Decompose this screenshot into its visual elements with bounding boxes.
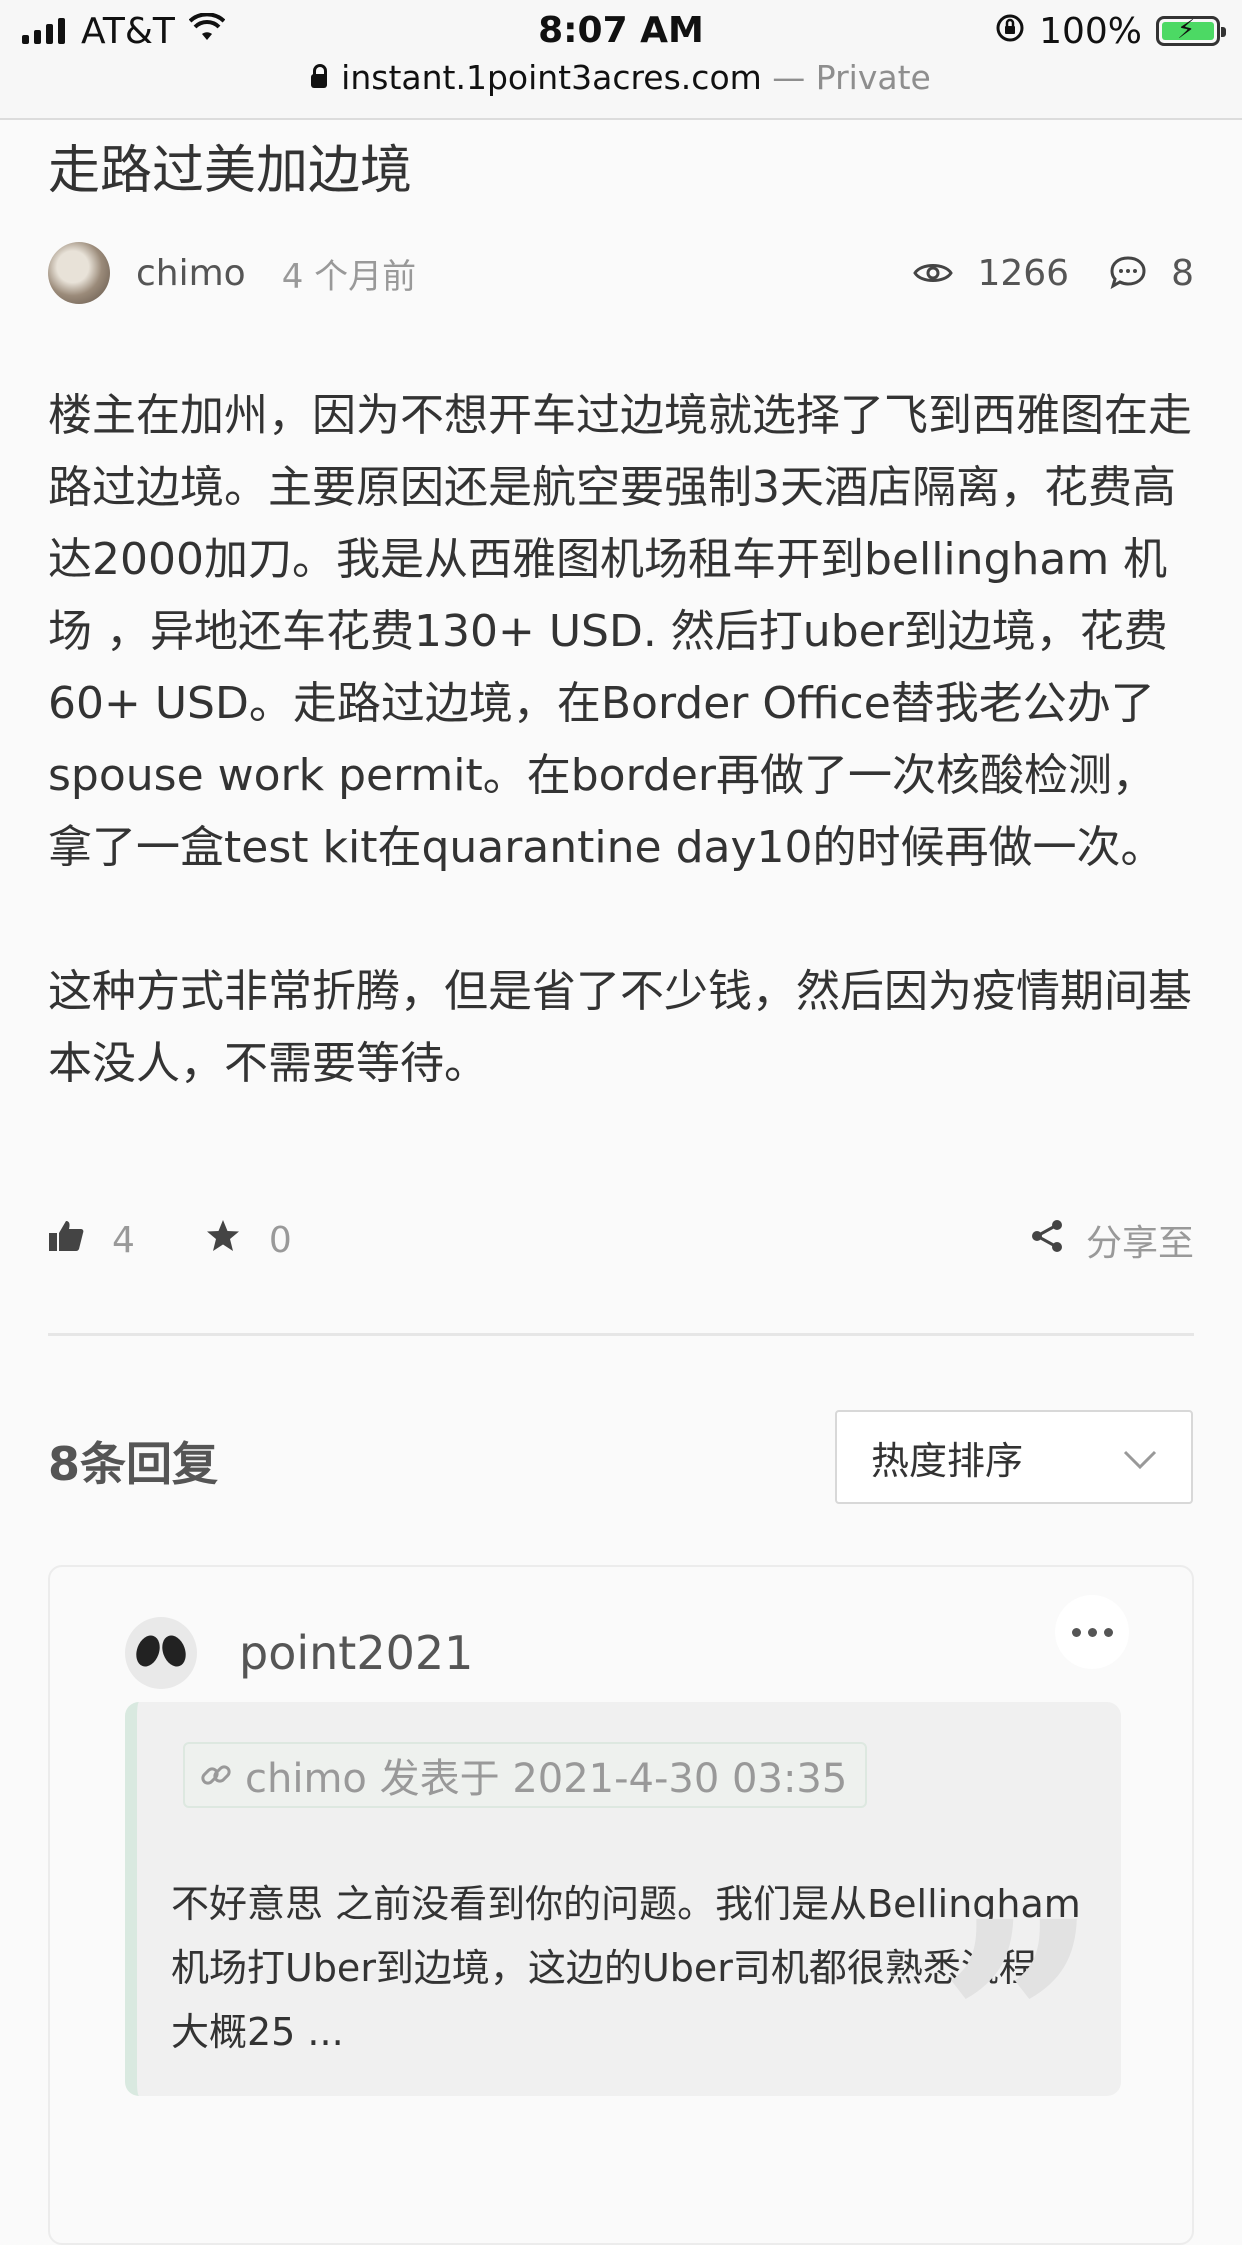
- orientation-lock-icon: [995, 11, 1025, 52]
- reply-author[interactable]: point2021: [239, 1626, 473, 1680]
- battery-icon: ⚡: [1156, 15, 1226, 46]
- comment-count: 8: [1171, 252, 1194, 294]
- post-stats: 1266 8: [913, 253, 1194, 294]
- post-paragraph: 这种方式非常折腾，但是省了不少钱，然后因为疫情期间基本没人，不需要等待。: [48, 966, 1192, 1089]
- view-count: 1266: [977, 252, 1070, 294]
- address-bar[interactable]: instant.1point3acres.com — Private: [0, 58, 1242, 97]
- reply-card: point2021 chimo 发表于 2021-4-30 03:35 不好意思…: [48, 1565, 1194, 2245]
- comment-icon[interactable]: [1109, 255, 1147, 291]
- star-icon: [205, 1219, 241, 1262]
- share-button[interactable]: 分享至: [1030, 1214, 1194, 1266]
- more-icon[interactable]: [1055, 1595, 1129, 1669]
- eye-icon: [913, 260, 954, 286]
- author-name[interactable]: chimo: [136, 253, 246, 294]
- replies-count: 8条回复: [48, 1437, 219, 1491]
- link-icon: [199, 1758, 233, 1792]
- quote-reference-text: chimo 发表于 2021-4-30 03:35: [245, 1756, 848, 1802]
- sort-select[interactable]: 热度排序: [835, 1410, 1193, 1504]
- post-meta: chimo 4 个月前 1266 8: [48, 238, 1194, 308]
- post-paragraph: 楼主在加州，因为不想开车过边境就选择了飞到西雅图在走路过边境。主要原因还是航空要…: [48, 390, 1192, 873]
- post-actions: 4 0 分享至: [48, 1210, 1194, 1270]
- status-right: 100% ⚡: [995, 10, 1226, 52]
- post-body: 楼主在加州，因为不想开车过边境就选择了飞到西雅图在走路过边境。主要原因还是航空要…: [48, 380, 1198, 1172]
- reply-header: point2021: [125, 1617, 473, 1689]
- favorite-button[interactable]: 0: [205, 1219, 292, 1262]
- share-label: 分享至: [1085, 1223, 1194, 1264]
- quote-mark-icon: ”: [937, 1861, 1099, 2097]
- quote-reference[interactable]: chimo 发表于 2021-4-30 03:35: [183, 1742, 868, 1808]
- sort-label: 热度排序: [871, 1438, 1024, 1483]
- url-text: instant.1point3acres.com: [341, 58, 762, 97]
- avatar[interactable]: [125, 1617, 197, 1689]
- lock-icon: [311, 64, 328, 88]
- share-icon: [1030, 1219, 1064, 1262]
- battery-percent: 100%: [1039, 10, 1142, 52]
- like-count: 4: [112, 1219, 135, 1261]
- like-button[interactable]: 4: [48, 1219, 135, 1262]
- quote-block: chimo 发表于 2021-4-30 03:35 不好意思 之前没看到你的问题…: [125, 1702, 1121, 2096]
- thumbs-up-icon: [48, 1219, 84, 1262]
- private-label: — Private: [772, 58, 931, 97]
- post-title: 走路过美加边境: [48, 141, 413, 201]
- status-bar: AT&T 8:07 AM 100% ⚡ instant.1point3acres…: [0, 0, 1242, 120]
- favorite-count: 0: [268, 1219, 292, 1261]
- divider: [48, 1333, 1194, 1336]
- avatar[interactable]: [48, 242, 110, 304]
- post-time: 4 个月前: [281, 256, 417, 297]
- chevron-down-icon: [1123, 1435, 1157, 1479]
